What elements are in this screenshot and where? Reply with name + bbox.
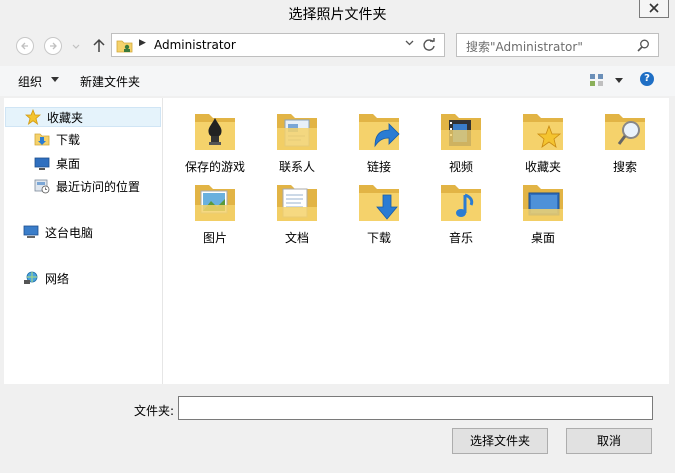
folder-item-label: 音乐 bbox=[448, 231, 473, 245]
folder-field-label: 文件夹: bbox=[134, 404, 175, 418]
folder-item-favorites[interactable]: 收藏夹 bbox=[502, 104, 584, 175]
favorites-icon bbox=[517, 104, 569, 156]
close-button[interactable] bbox=[639, 0, 669, 18]
close-icon bbox=[649, 3, 659, 13]
folder-item-label: 文档 bbox=[284, 231, 309, 245]
searches-icon bbox=[599, 104, 651, 156]
breadcrumb-separator-icon[interactable]: ▶ bbox=[139, 38, 146, 48]
breadcrumb-current[interactable]: Administrator bbox=[154, 38, 236, 52]
cancel-button[interactable]: 取消 bbox=[566, 428, 652, 454]
folder-item-label: 桌面 bbox=[530, 231, 555, 245]
up-arrow-icon[interactable] bbox=[92, 38, 106, 54]
nav-item-label: 收藏夹 bbox=[47, 110, 84, 125]
nav-item-label: 网络 bbox=[45, 271, 70, 286]
footer-panel: 文件夹: 选择文件夹 取消 bbox=[0, 384, 675, 473]
refresh-icon[interactable] bbox=[422, 38, 436, 52]
nav-item-network[interactable]: 网络 bbox=[23, 268, 69, 288]
desktop-icon bbox=[34, 157, 50, 170]
downloads-icon bbox=[353, 175, 405, 227]
nav-item-label: 桌面 bbox=[56, 156, 81, 171]
organize-caret-icon[interactable] bbox=[51, 77, 59, 82]
folder-item-pictures[interactable]: 图片 bbox=[174, 175, 256, 246]
select-folder-button[interactable]: 选择文件夹 bbox=[452, 428, 548, 454]
navigation-pane: 收藏夹 下载 桌面 最近访问的位置 这台电脑 网络 bbox=[4, 98, 163, 384]
new-folder-button[interactable]: 新建文件夹 bbox=[80, 73, 140, 90]
folder-item-music[interactable]: 音乐 bbox=[420, 175, 502, 246]
folder-item-documents[interactable]: 文档 bbox=[256, 175, 338, 246]
recent-locations-chevron-icon[interactable] bbox=[72, 44, 80, 50]
search-box[interactable]: 搜索"Administrator" bbox=[456, 33, 659, 57]
view-options-caret-icon[interactable] bbox=[615, 78, 623, 83]
nav-item-favorites[interactable]: 收藏夹 bbox=[5, 107, 161, 127]
nav-item-label: 最近访问的位置 bbox=[56, 179, 141, 194]
chevron-down-icon[interactable] bbox=[405, 40, 414, 46]
title-bar: 选择照片文件夹 bbox=[0, 0, 675, 26]
folder-item-label: 链接 bbox=[366, 160, 391, 174]
nav-item-recent-places[interactable]: 最近访问的位置 bbox=[34, 176, 140, 196]
back-button[interactable] bbox=[16, 37, 34, 55]
folder-item-videos[interactable]: 视频 bbox=[420, 104, 502, 175]
search-input[interactable]: 搜索"Administrator" bbox=[466, 38, 583, 55]
music-icon bbox=[435, 175, 487, 227]
computer-icon bbox=[23, 225, 39, 238]
folder-item-searches[interactable]: 搜索 bbox=[584, 104, 666, 175]
folder-user-icon bbox=[116, 40, 133, 53]
nav-item-desktop[interactable]: 桌面 bbox=[34, 153, 80, 173]
forward-button[interactable] bbox=[44, 37, 62, 55]
folder-item-label: 图片 bbox=[202, 231, 227, 245]
nav-item-label: 这台电脑 bbox=[45, 225, 94, 240]
nav-item-this-pc[interactable]: 这台电脑 bbox=[23, 222, 93, 242]
network-icon bbox=[24, 271, 38, 284]
folder-item-desktop[interactable]: 桌面 bbox=[502, 175, 584, 246]
saved-games-icon bbox=[189, 104, 241, 156]
help-icon[interactable]: ? bbox=[640, 72, 654, 86]
nav-item-downloads[interactable]: 下载 bbox=[34, 129, 80, 149]
folder-item-downloads[interactable]: 下载 bbox=[338, 175, 420, 246]
contacts-icon bbox=[271, 104, 323, 156]
folder-item-links[interactable]: 链接 bbox=[338, 104, 420, 175]
organize-button[interactable]: 组织 bbox=[18, 73, 42, 90]
folder-item-label: 保存的游戏 bbox=[184, 160, 245, 174]
forward-arrow-icon bbox=[50, 42, 57, 50]
folder-item-label: 收藏夹 bbox=[524, 160, 561, 174]
search-icon[interactable] bbox=[637, 39, 650, 52]
window-title: 选择照片文件夹 bbox=[288, 7, 387, 23]
folder-item-label: 下载 bbox=[366, 231, 391, 245]
folder-item-contacts[interactable]: 联系人 bbox=[256, 104, 338, 175]
folder-item-saved-games[interactable]: 保存的游戏 bbox=[174, 104, 256, 175]
videos-icon bbox=[435, 104, 487, 156]
folder-name-input[interactable] bbox=[178, 396, 653, 420]
folder-item-label: 视频 bbox=[448, 160, 473, 174]
folder-item-label: 联系人 bbox=[278, 160, 315, 174]
links-icon bbox=[353, 104, 405, 156]
star-icon bbox=[25, 109, 41, 125]
address-bar[interactable]: ▶ Administrator bbox=[111, 33, 445, 57]
folder-item-label: 搜索 bbox=[612, 160, 637, 174]
change-view-icon[interactable] bbox=[589, 73, 605, 87]
navigation-bar: ▶ Administrator 搜索"Administrator" bbox=[0, 30, 675, 60]
desktop-folder-icon bbox=[517, 175, 569, 227]
command-toolbar: 组织 新建文件夹 bbox=[0, 66, 675, 96]
recent-places-icon bbox=[34, 179, 50, 194]
back-arrow-icon bbox=[21, 42, 28, 50]
folder-grid: 保存的游戏 联系人 链接 视频 收藏夹 搜索 图片 文档 下载 音乐 桌面 bbox=[164, 98, 669, 384]
download-folder-icon bbox=[34, 133, 50, 146]
content-area: 收藏夹 下载 桌面 最近访问的位置 这台电脑 网络 保存的游戏 联系人 链接 视… bbox=[4, 98, 669, 384]
documents-icon bbox=[271, 175, 323, 227]
pictures-icon bbox=[189, 175, 241, 227]
nav-item-label: 下载 bbox=[56, 132, 81, 147]
